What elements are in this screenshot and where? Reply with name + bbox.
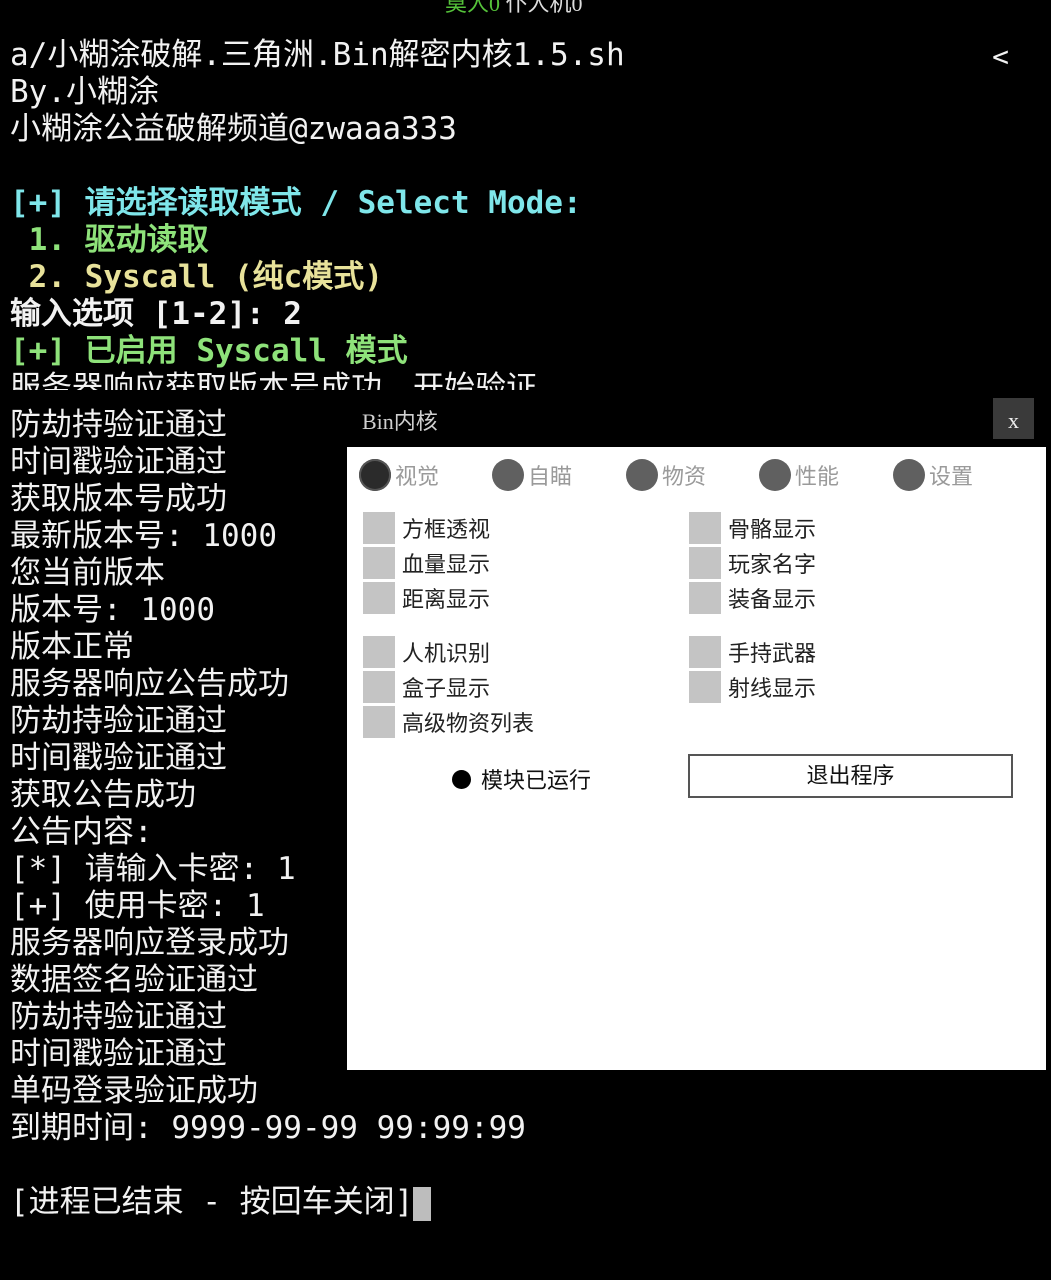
back-arrow-icon[interactable]: < xyxy=(992,40,1009,73)
option-label: 盒子显示 xyxy=(402,675,491,701)
terminal-line: [*] 请输入卡密: 1 xyxy=(10,851,296,887)
terminal-line-exit: [进程已结束 - 按回车关闭] xyxy=(10,1184,432,1221)
tab-label: 自瞄 xyxy=(528,464,573,489)
exit-program-button[interactable]: 退出程序 xyxy=(688,754,1013,798)
checkbox-icon xyxy=(689,670,721,703)
status-dot-icon xyxy=(452,769,471,789)
terminal-line-option-1: 1. 驱动读取 xyxy=(10,222,209,258)
terminal-line: 版本正常 xyxy=(10,629,134,665)
terminal-line-option-2: 2. Syscall (纯c模式) xyxy=(10,259,383,295)
tab-label: 物资 xyxy=(662,464,707,489)
terminal-line: 最新版本号: 1000 xyxy=(10,518,277,554)
option-box-esp[interactable]: 方框透视 xyxy=(363,511,490,544)
tab-label: 视觉 xyxy=(395,464,440,489)
checkbox-icon xyxy=(363,705,395,738)
option-label: 方框透视 xyxy=(402,516,491,542)
checkbox-icon xyxy=(689,635,721,668)
tab-radio-icon xyxy=(759,459,791,491)
checkbox-icon xyxy=(363,581,395,614)
terminal-line: 获取公告成功 xyxy=(10,777,196,813)
option-label: 手持武器 xyxy=(728,640,817,666)
terminal-line: [+] 使用卡密: 1 xyxy=(10,888,265,924)
tab-supplies[interactable]: 物资 xyxy=(626,459,706,491)
option-bot-detect[interactable]: 人机识别 xyxy=(363,635,490,668)
option-distance-display[interactable]: 距离显示 xyxy=(363,581,490,614)
option-label: 血量显示 xyxy=(402,551,491,577)
option-equipment-display[interactable]: 装备显示 xyxy=(689,581,816,614)
tab-radio-icon xyxy=(626,459,658,491)
option-player-name[interactable]: 玩家名字 xyxy=(689,546,816,579)
checkbox-icon xyxy=(689,581,721,614)
top-fragment-rest: 仆人机0 xyxy=(500,0,583,16)
terminal-line: 获取版本号成功 xyxy=(10,481,227,517)
checkbox-icon xyxy=(363,670,395,703)
terminal-line: 小糊涂公益破解频道@zwaaa333 xyxy=(10,111,457,147)
terminal-line: 到期时间: 9999-99-99 99:99:99 xyxy=(10,1110,526,1146)
option-box-display[interactable]: 盒子显示 xyxy=(363,670,490,703)
terminal-line: 防劫持验证通过 xyxy=(10,703,227,739)
terminal-line: a/小糊涂破解.三角洲.Bin解密内核1.5.sh xyxy=(10,37,625,73)
tab-radio-icon xyxy=(492,459,524,491)
process-ended-text: [进程已结束 - 按回车关闭] xyxy=(10,1184,414,1220)
terminal-line: 防劫持验证通过 xyxy=(10,407,227,443)
option-label: 距离显示 xyxy=(402,586,491,612)
terminal-line: 时间戳验证通过 xyxy=(10,740,227,776)
checkbox-icon xyxy=(363,511,395,544)
terminal-line: 数据签名验证通过 xyxy=(10,962,258,998)
terminal-line: By.小糊涂 xyxy=(10,74,159,110)
terminal-line-enabled: [+] 已启用 Syscall 模式 xyxy=(10,333,408,369)
tab-radio-icon xyxy=(893,459,925,491)
tab-performance[interactable]: 性能 xyxy=(759,459,839,491)
tab-settings[interactable]: 设置 xyxy=(893,459,973,491)
option-label: 骨骼显示 xyxy=(728,516,817,542)
terminal-line: 服务器响应公告成功 xyxy=(10,666,289,702)
option-label: 装备显示 xyxy=(728,586,817,612)
tab-label: 设置 xyxy=(929,464,974,489)
status-label: 模块已运行 xyxy=(481,768,592,793)
terminal-line: 您当前版本 xyxy=(10,555,165,591)
checkbox-icon xyxy=(363,635,395,668)
window-title: Bin内核 xyxy=(362,409,438,434)
terminal-line: 服务器响应获取版本号成功，开始验证 xyxy=(10,370,537,390)
top-fragment-green: 莫人0 xyxy=(445,0,501,16)
tab-aim[interactable]: 自瞄 xyxy=(492,459,572,491)
tab-visual[interactable]: 视觉 xyxy=(359,459,439,491)
tab-label: 性能 xyxy=(795,464,840,489)
terminal-line: 单码登录验证成功 xyxy=(10,1073,258,1109)
option-label: 人机识别 xyxy=(402,640,491,666)
terminal-line: 版本号: 1000 xyxy=(10,592,215,628)
terminal-line: 防劫持验证通过 xyxy=(10,999,227,1035)
top-status-fragment: 莫人0 仆人机0 xyxy=(445,0,583,18)
tab-radio-icon xyxy=(359,459,391,491)
module-status: 模块已运行 xyxy=(452,763,591,795)
option-label: 射线显示 xyxy=(728,675,817,701)
option-ray-display[interactable]: 射线显示 xyxy=(689,670,816,703)
option-health-display[interactable]: 血量显示 xyxy=(363,546,490,579)
menu-panel: 视觉 自瞄 物资 性能 设置 方框透视 血量显示 距离显示 人机识别 盒子显示 … xyxy=(347,447,1046,1070)
option-skeleton-display[interactable]: 骨骼显示 xyxy=(689,511,816,544)
terminal-line: 时间戳验证通过 xyxy=(10,444,227,480)
close-button[interactable]: x xyxy=(993,398,1034,439)
terminal-cursor xyxy=(413,1186,432,1221)
option-label: 高级物资列表 xyxy=(402,710,535,736)
option-label: 玩家名字 xyxy=(728,551,817,577)
checkbox-icon xyxy=(689,546,721,579)
terminal-line: 公告内容: xyxy=(10,814,153,850)
terminal-line: 服务器响应登录成功 xyxy=(10,925,289,961)
option-advanced-supplies[interactable]: 高级物资列表 xyxy=(363,705,534,738)
checkbox-icon xyxy=(689,511,721,544)
terminal-line-input: 输入选项 [1-2]: 2 xyxy=(10,296,302,332)
terminal-line-prompt: [+] 请选择读取模式 / Select Mode: xyxy=(10,185,582,221)
terminal-line: 时间戳验证通过 xyxy=(10,1036,227,1072)
checkbox-icon xyxy=(363,546,395,579)
option-held-weapon[interactable]: 手持武器 xyxy=(689,635,816,668)
